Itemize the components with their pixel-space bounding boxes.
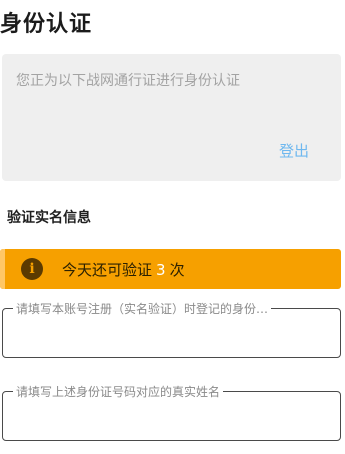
id-number-field[interactable]: 请填写本账号注册（实名验证）时登记的身份… (2, 300, 341, 358)
account-card: 您正为以下战网通行证进行身份认证 登出 (2, 54, 341, 181)
warning-accent-stripe (0, 249, 5, 289)
real-name-input[interactable] (15, 407, 325, 427)
warning-count: 3 (156, 261, 166, 279)
id-number-field-label: 请填写本账号注册（实名验证）时登记的身份… (13, 300, 272, 317)
warning-text-after: 次 (169, 261, 185, 279)
warning-text: 今天还可验证 3 次 (62, 259, 185, 280)
id-number-input[interactable] (15, 324, 325, 344)
verification-warning-banner: i 今天还可验证 3 次 (0, 249, 341, 289)
real-name-field-label: 请填写上述身份证号码对应的真实姓名 (13, 383, 224, 400)
logout-button[interactable]: 登出 (279, 140, 309, 161)
info-icon: i (21, 258, 43, 280)
warning-text-before: 今天还可验证 (62, 261, 153, 279)
page-title: 身份认证 (0, 12, 93, 37)
section-title: 验证实名信息 (7, 210, 91, 226)
real-name-field[interactable]: 请填写上述身份证号码对应的真实姓名 (2, 383, 341, 441)
account-message: 您正为以下战网通行证进行身份认证 (16, 73, 240, 89)
